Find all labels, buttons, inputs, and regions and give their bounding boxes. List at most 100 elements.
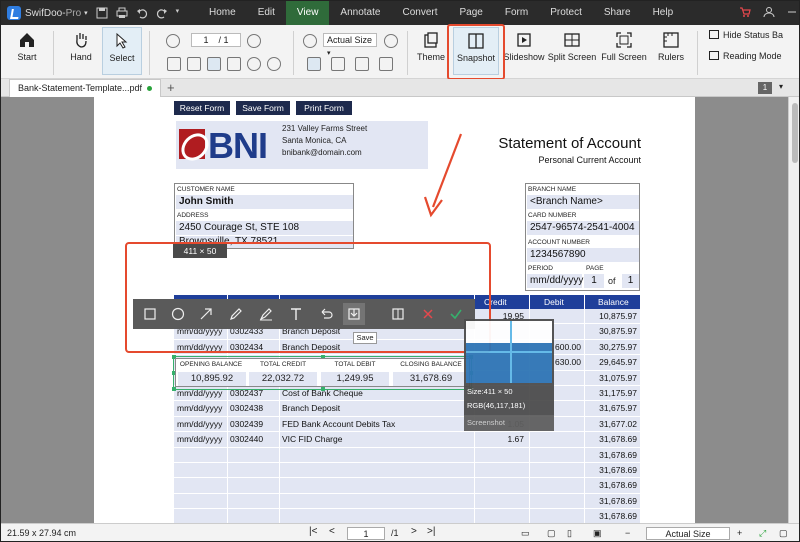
menu-page[interactable]: Page xyxy=(448,1,493,25)
table-row[interactable]: mm/dd/yyyy 0302439 FED Bank Account Debits… xyxy=(174,416,640,433)
rulers-button[interactable]: Rulers xyxy=(653,27,689,75)
menu-share[interactable]: Share xyxy=(593,1,642,25)
redo-icon[interactable] xyxy=(156,7,168,19)
total-credit-value[interactable]: 22,032.72 xyxy=(249,372,317,386)
fit-page-icon[interactable] xyxy=(227,57,241,71)
balance-summary-table: OPENING BALANCE TOTAL CREDIT TOTAL DEBIT… xyxy=(175,358,470,387)
table-row[interactable]: 31,678.69 xyxy=(174,493,640,510)
status-page-input[interactable]: 1 xyxy=(347,527,385,540)
menu-protect[interactable]: Protect xyxy=(539,1,593,25)
save-icon[interactable] xyxy=(96,7,108,19)
table-row[interactable]: 31,678.69 xyxy=(174,509,640,523)
resize-handle[interactable] xyxy=(172,387,176,391)
single-page-status-icon[interactable]: ▯ xyxy=(567,528,572,539)
cart-icon[interactable] xyxy=(739,6,751,21)
last-page-icon[interactable]: >| xyxy=(427,526,435,537)
menu-edit[interactable]: Edit xyxy=(247,1,286,25)
single-page-icon[interactable] xyxy=(167,57,181,71)
next-page-icon[interactable]: > xyxy=(411,526,417,537)
bank-name: BNI xyxy=(208,125,268,166)
account-number-field[interactable]: 1234567890 xyxy=(527,248,639,262)
undo-icon[interactable] xyxy=(136,7,148,19)
vertical-scrollbar[interactable] xyxy=(788,97,799,523)
fit-width-status-icon[interactable]: ▭ xyxy=(521,528,530,539)
expand-icon[interactable]: ⤢ xyxy=(759,528,766,539)
minimize-icon[interactable] xyxy=(787,7,797,20)
scrollbar-thumb[interactable] xyxy=(792,103,798,163)
app-menu-dropdown-icon[interactable]: ▾ xyxy=(84,9,88,17)
bank-address[interactable]: 231 Valley Farms Street Santa Monica, CA… xyxy=(280,121,428,169)
menu-convert[interactable]: Convert xyxy=(391,1,448,25)
split-screen-icon xyxy=(563,31,581,49)
slideshow-button[interactable]: Slideshow xyxy=(503,27,545,75)
theme-button[interactable]: Theme xyxy=(413,27,449,75)
zoom-in-status-icon[interactable]: + xyxy=(737,528,742,538)
selection-highlight-annotation xyxy=(125,242,491,353)
opening-balance-value[interactable]: 10,895.92 xyxy=(178,372,246,386)
previous-page-icon[interactable] xyxy=(166,34,180,48)
user-icon[interactable] xyxy=(763,6,775,21)
page-number-input[interactable]: 1 / 1 xyxy=(191,33,241,47)
print-icon[interactable] xyxy=(116,7,128,19)
reading-mode-option[interactable]: Reading Mode xyxy=(709,51,799,61)
document-tab[interactable]: Bank-Statement-Template...pdf xyxy=(9,79,161,97)
two-page-icon[interactable] xyxy=(207,57,221,71)
magnifier-size-text: Size:411 × 50 xyxy=(467,387,513,396)
table-row[interactable]: mm/dd/yyyy 0302438 Branch Deposit 31,675.97 xyxy=(174,401,640,417)
view-mode-status-icon[interactable]: ▣ xyxy=(593,528,602,539)
branch-block: BRANCH NAME <Branch Name> CARD NUMBER 25… xyxy=(525,183,640,291)
menu-form[interactable]: Form xyxy=(494,1,539,25)
table-row[interactable]: mm/dd/yyyy 0302440 VIC FID Charge 1.67 31,67… xyxy=(174,432,640,448)
table-cell-ref: 0302438 xyxy=(230,403,264,414)
zoom-out-icon[interactable] xyxy=(303,34,317,48)
print-form-button[interactable]: Print Form xyxy=(296,101,352,115)
zoom-select[interactable]: Actual Size ▾ xyxy=(323,33,377,57)
page-total-field[interactable]: 1 xyxy=(622,274,639,288)
rotate-right-icon[interactable] xyxy=(267,57,281,71)
fit-visible-icon[interactable] xyxy=(379,57,393,71)
tabs-dropdown-icon[interactable]: ▾ xyxy=(779,82,783,91)
table-cell-ref: 0302439 xyxy=(230,418,264,429)
full-screen-button[interactable]: Full Screen xyxy=(601,27,647,75)
start-button[interactable]: Start xyxy=(7,27,47,75)
table-row[interactable]: 31,678.69 xyxy=(174,447,640,463)
split-screen-button[interactable]: Split Screen xyxy=(547,27,597,75)
page-field[interactable]: 1 xyxy=(584,274,604,288)
closing-balance-value[interactable]: 31,678.69 xyxy=(393,372,469,386)
first-page-icon[interactable]: |< xyxy=(309,526,317,537)
zoom-out-status-icon[interactable]: − xyxy=(625,528,630,538)
continuous-page-icon[interactable] xyxy=(187,57,201,71)
status-zoom-field[interactable]: Actual Size xyxy=(646,527,730,540)
fit-page-status-icon[interactable]: ▢ xyxy=(547,528,556,539)
customer-name-field[interactable]: John Smith xyxy=(176,195,353,209)
previous-page-icon[interactable]: < xyxy=(329,526,335,537)
table-row[interactable]: 31,678.69 xyxy=(174,463,640,479)
save-form-button[interactable]: Save Form xyxy=(236,101,290,115)
menu-view[interactable]: View xyxy=(285,1,330,25)
menu-help[interactable]: Help xyxy=(642,1,685,25)
next-page-icon[interactable] xyxy=(247,34,261,48)
hide-status-bar-option[interactable]: Hide Status Ba xyxy=(709,30,799,40)
address-line1-field[interactable]: 2450 Courage St, STE 108 xyxy=(176,221,353,235)
actual-size-icon[interactable] xyxy=(355,57,369,71)
more-icon[interactable]: ▾ xyxy=(176,7,188,19)
hand-button[interactable]: Hand xyxy=(61,27,101,75)
ribbon-separator xyxy=(149,31,150,75)
period-field[interactable]: mm/dd/yyyy xyxy=(527,274,583,288)
menu-home[interactable]: Home xyxy=(198,1,247,25)
fit-height-icon[interactable] xyxy=(331,57,345,71)
table-row[interactable]: 31,678.69 xyxy=(174,478,640,494)
new-tab-plus-icon[interactable]: + xyxy=(167,80,175,95)
branch-name-field[interactable]: <Branch Name> xyxy=(527,195,639,209)
rotate-left-icon[interactable] xyxy=(247,57,261,71)
menu-annotate[interactable]: Annotate xyxy=(329,1,391,25)
select-button[interactable]: Select xyxy=(102,27,142,75)
zoom-in-icon[interactable] xyxy=(384,34,398,48)
status-bar: 21.59 x 27.94 cm |< < 1 /1 > >| ▭ ▢ ▯ ▣ … xyxy=(1,523,799,541)
total-debit-value[interactable]: 1,249.95 xyxy=(321,372,389,386)
layout-icon[interactable]: ▢ xyxy=(779,528,788,539)
resize-handle[interactable] xyxy=(321,387,325,391)
reset-form-button[interactable]: Reset Form xyxy=(174,101,230,115)
card-number-field[interactable]: 2547-96574-2541-4004 xyxy=(527,221,639,235)
fit-width-icon[interactable] xyxy=(307,57,321,71)
